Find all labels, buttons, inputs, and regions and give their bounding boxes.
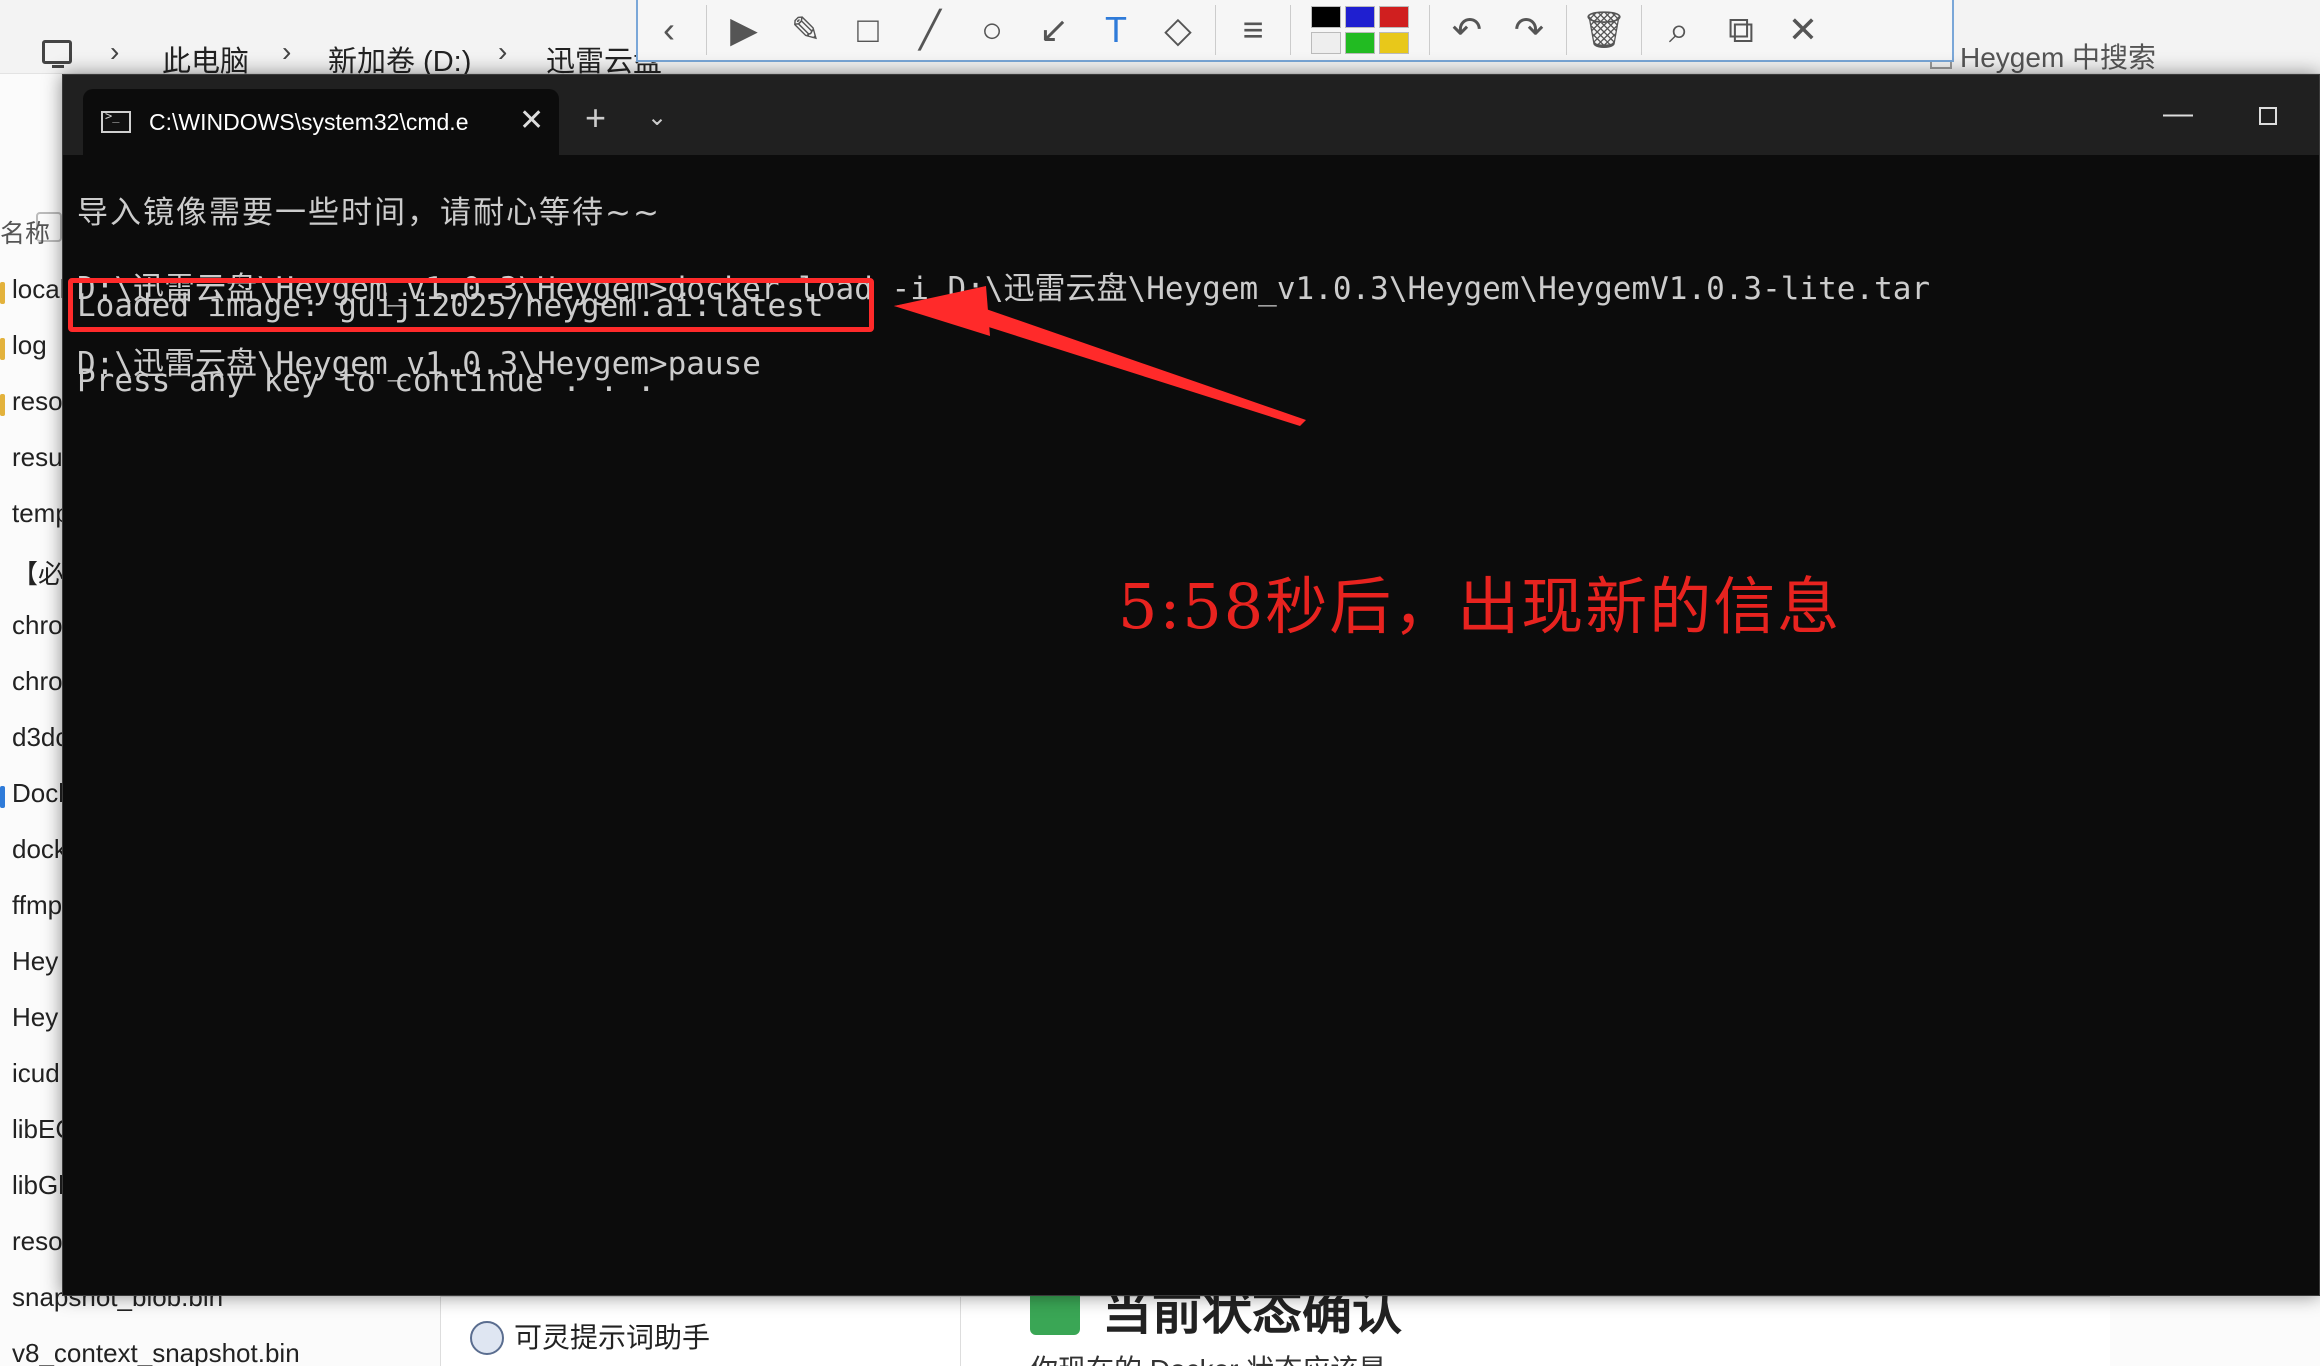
arrow-tip (894, 286, 990, 336)
annotation-note: 5:58秒后，出现新的信息 (1118, 570, 1842, 643)
arrow-shaft (954, 300, 1306, 426)
annotation-arrow (894, 286, 1306, 426)
